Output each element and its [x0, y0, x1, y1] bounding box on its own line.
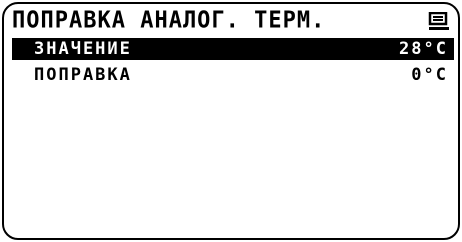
- list-item-label: ПОПРАВКА: [34, 65, 132, 85]
- header: ПОПРАВКА АНАЛОГ. ТЕРМ.: [12, 6, 450, 36]
- list-item-value[interactable]: ЗНАЧЕНИЕ 28°C: [12, 38, 454, 60]
- lcd-screen: ПОПРАВКА АНАЛОГ. ТЕРМ. ЗНАЧЕНИЕ 28°C ПОП…: [2, 2, 460, 240]
- list-item-correction[interactable]: ПОПРАВКА 0°C: [12, 64, 454, 86]
- list-item-label: ЗНАЧЕНИЕ: [34, 39, 132, 59]
- page-title: ПОПРАВКА АНАЛОГ. ТЕРМ.: [12, 7, 326, 34]
- list-item-value-text: 28°C: [399, 39, 448, 59]
- menu-screen-icon[interactable]: [428, 12, 450, 32]
- list-item-value-text: 0°C: [411, 65, 448, 85]
